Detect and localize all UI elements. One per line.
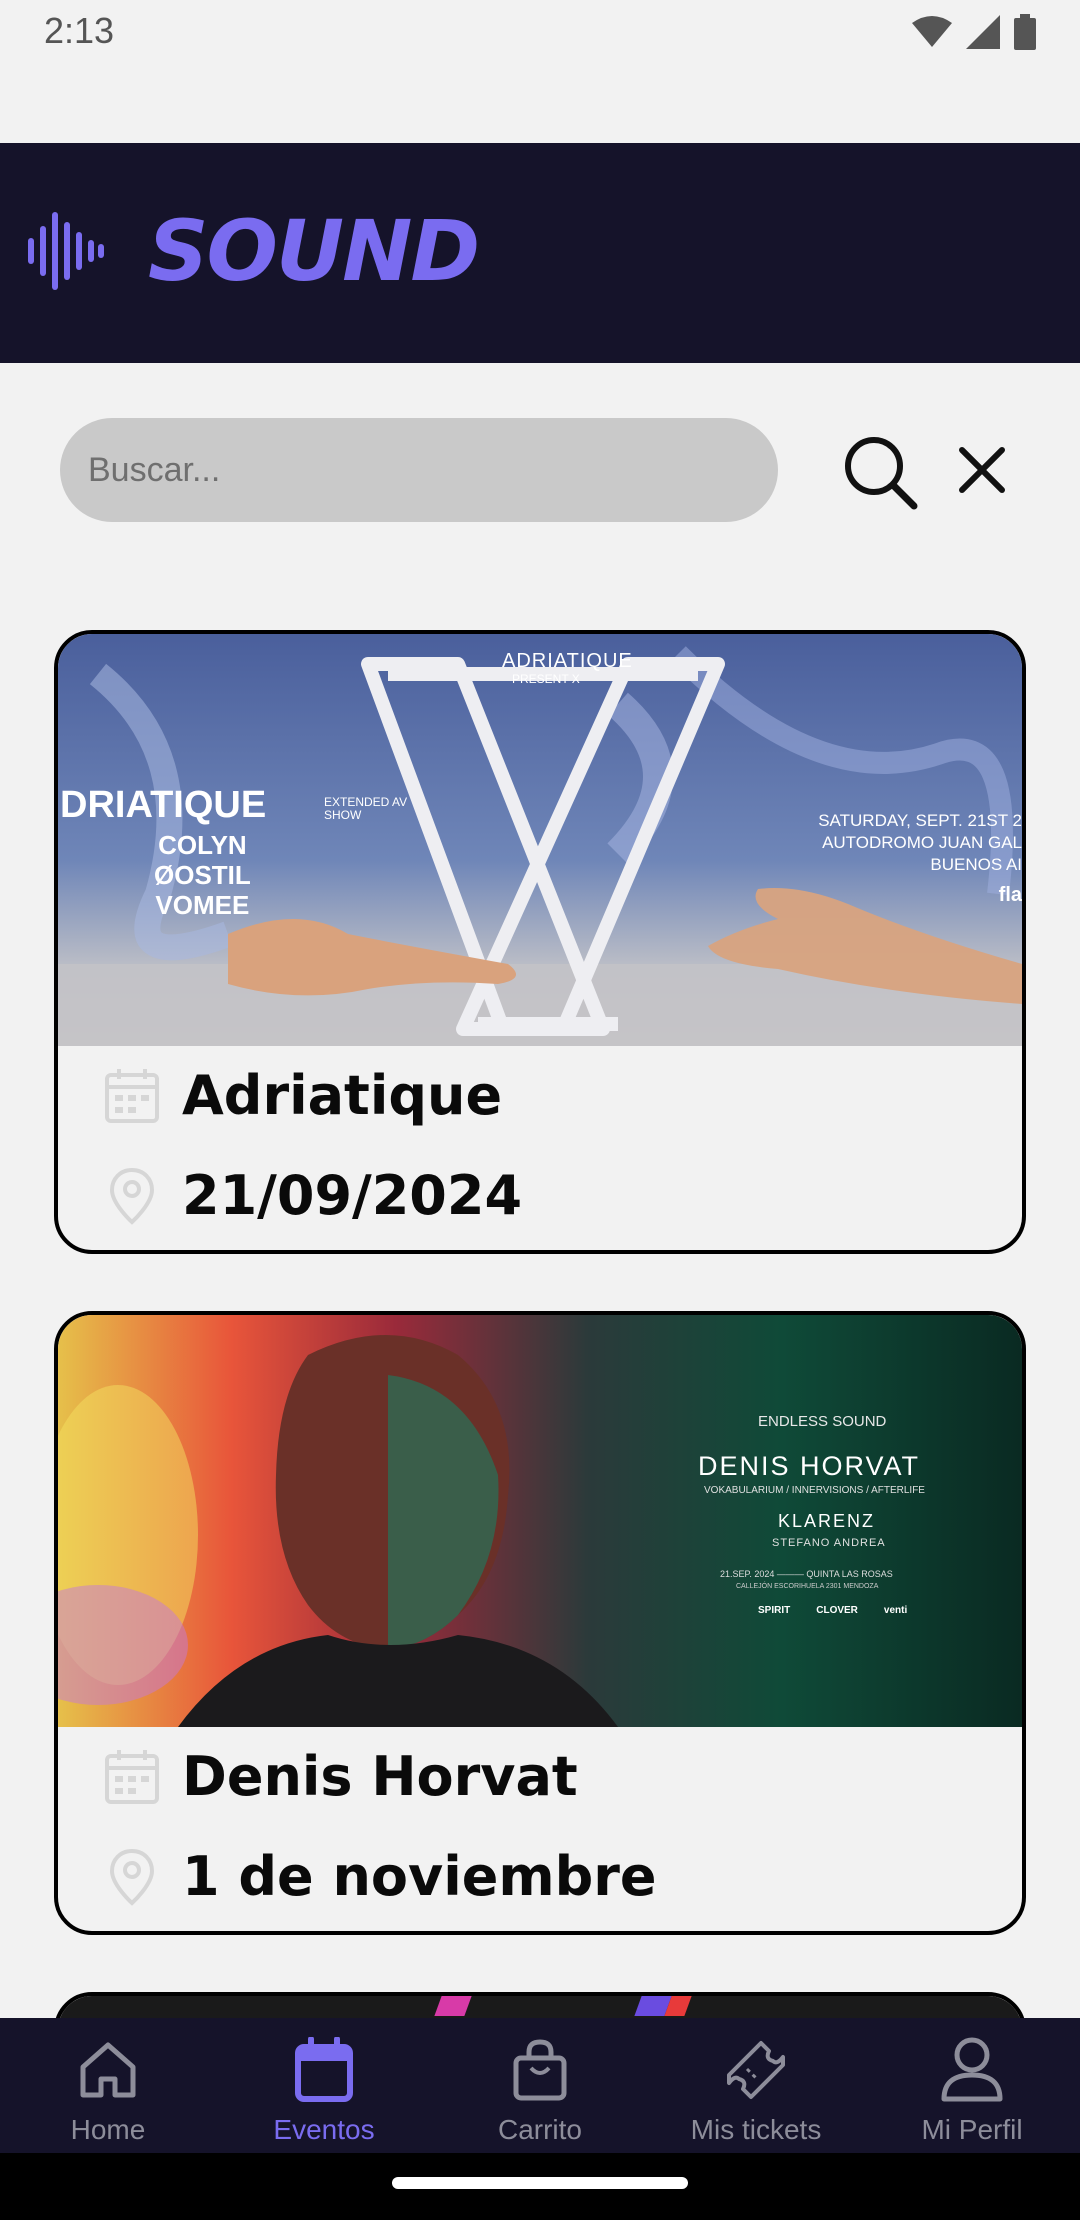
sponsor-logo: CLOVER	[816, 1605, 858, 1616]
nav-label: Home	[70, 2114, 146, 2145]
poster-support: KLARENZ	[778, 1511, 876, 1531]
poster-sponsors: SPIRIT CLOVER venti	[758, 1605, 907, 1616]
nav-item-carrito[interactable]: Carrito	[432, 2018, 648, 2153]
event-date-row: 1 de noviembre	[102, 1845, 657, 1908]
status-time: 2:13	[44, 10, 115, 51]
sound-wave-icon	[28, 212, 104, 290]
logo-text: SOUND	[148, 202, 480, 300]
ticket-icon	[718, 2032, 794, 2108]
calendar-icon	[102, 1747, 162, 1807]
poster-support-2: STEFANO ANDREA	[772, 1537, 886, 1549]
search-input[interactable]	[60, 418, 778, 522]
event-name: Denis Horvat	[182, 1745, 578, 1808]
sponsor-logo: SPIRIT	[758, 1605, 791, 1616]
status-bar: 2:13	[0, 0, 1080, 64]
search-row	[60, 418, 1020, 522]
system-gesture-bar	[0, 2153, 1080, 2220]
poster-detail-line: AUTODROMO JUAN GAL	[822, 833, 1022, 852]
lineup-item: COLYN	[158, 830, 247, 860]
nav-label: Mis tickets	[690, 2114, 822, 2145]
poster-headline: DRIATIQUE	[60, 784, 267, 826]
user-icon	[934, 2032, 1010, 2108]
lineup-item: ØOSTIL	[154, 860, 251, 890]
poster-headline-tag: EXTENDED AV SHOW	[324, 795, 408, 822]
home-icon	[70, 2032, 146, 2108]
battery-icon	[1014, 14, 1036, 50]
app-logo[interactable]: SOUND	[26, 202, 480, 300]
nav-item-eventos[interactable]: Eventos	[216, 2018, 432, 2153]
search-icon	[845, 437, 918, 510]
poster-subtitle: PRESENT X	[512, 672, 580, 686]
event-card-denis-horvat[interactable]: ENDLESS SOUND DENIS HORVAT VOKABULARIUM …	[54, 1311, 1026, 1935]
event-info: Denis Horvat 1 de noviembre	[58, 1727, 1022, 1931]
poster-artwork	[58, 1335, 618, 1727]
poster-detail-line: SATURDAY, SEPT. 21ST 2	[818, 811, 1022, 830]
poster-detail-line: BUENOS AI	[930, 855, 1022, 874]
nav-item-home[interactable]: Home	[0, 2018, 216, 2153]
signal-icon	[966, 15, 1000, 49]
app-header: SOUND	[0, 143, 1080, 363]
poster-brand: ADRIATIQUE	[502, 650, 633, 672]
poster-event-details: 21.SEP. 2024 ——— QUINTA LAS ROSAS	[720, 1569, 893, 1579]
wifi-icon	[912, 16, 952, 47]
nav-item-mis-tickets[interactable]: Mis tickets	[648, 2018, 864, 2153]
poster-lineup: COLYN ØOSTIL VOMEE	[154, 830, 251, 920]
nav-label: Carrito	[497, 2114, 582, 2145]
location-pin-icon	[102, 1166, 162, 1226]
lineup-item: VOMEE	[155, 890, 250, 920]
sponsor-logo: venti	[883, 1605, 908, 1616]
event-date-row: 21/09/2024	[102, 1164, 522, 1227]
calendar-icon	[102, 1066, 162, 1126]
nav-label: Eventos	[273, 2114, 375, 2145]
event-name-row: Denis Horvat	[102, 1745, 578, 1808]
event-poster-image: ADRIATIQUE PRESENT X DRIATIQUE EXTENDED …	[58, 634, 1022, 1046]
location-pin-icon	[102, 1847, 162, 1907]
poster-sponsor: fla	[998, 884, 1022, 906]
poster-brand: ENDLESS SOUND	[758, 1413, 887, 1430]
nav-item-mi-perfil[interactable]: Mi Perfil	[864, 2018, 1080, 2153]
shopping-bag-icon	[502, 2032, 578, 2108]
clear-search-button[interactable]	[950, 438, 1014, 502]
calendar-icon	[286, 2032, 362, 2108]
event-date: 1 de noviembre	[182, 1845, 657, 1908]
poster-address: CALLEJÓN ESCORIHUELA 2301 MENDOZA	[736, 1583, 879, 1590]
event-name: Adriatique	[182, 1064, 503, 1127]
event-poster-image: ENDLESS SOUND DENIS HORVAT VOKABULARIUM …	[58, 1315, 1022, 1727]
close-icon	[959, 447, 1005, 493]
event-card-adriatique[interactable]: ADRIATIQUE PRESENT X DRIATIQUE EXTENDED …	[54, 630, 1026, 1254]
event-date: 21/09/2024	[182, 1164, 523, 1227]
bottom-navigation: Home Eventos Carrito Mis tickets Mi Perf…	[0, 2018, 1080, 2153]
event-name-row: Adriatique	[102, 1064, 502, 1127]
event-info: Adriatique 21/09/2024	[58, 1046, 1022, 1250]
poster-headline: DENIS HORVAT	[698, 1451, 921, 1481]
status-icons	[912, 14, 1036, 50]
home-gesture-handle[interactable]	[392, 2177, 688, 2189]
nav-label: Mi Perfil	[921, 2114, 1023, 2145]
poster-details: SATURDAY, SEPT. 21ST 2 AUTODROMO JUAN GA…	[818, 810, 1022, 876]
search-button[interactable]	[840, 432, 920, 512]
poster-tagline: VOKABULARIUM / INNERVISIONS / AFTERLIFE	[704, 1485, 925, 1496]
